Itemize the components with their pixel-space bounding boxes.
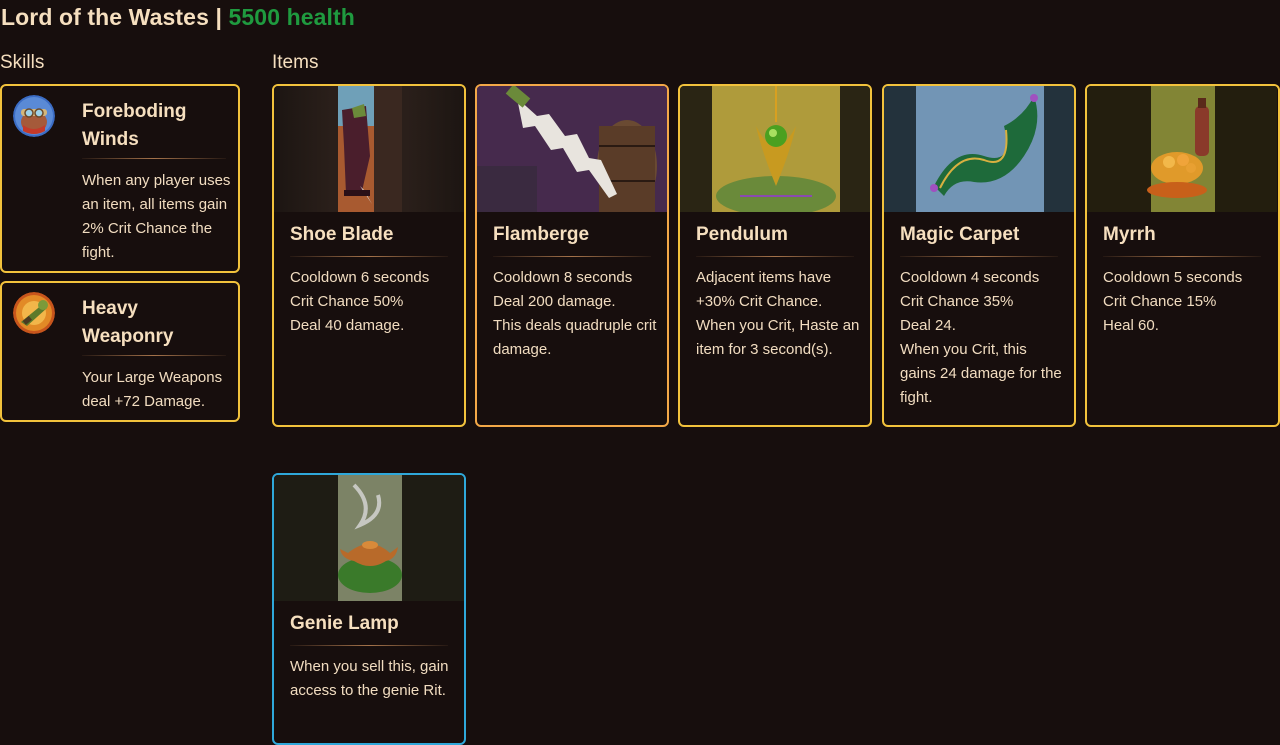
item-name: Shoe Blade	[290, 224, 394, 245]
item-card-magic-carpet[interactable]: Magic Carpet Cooldown 4 seconds Crit Cha…	[882, 84, 1076, 427]
item-divider	[696, 256, 854, 257]
boss-name: Lord of the Wastes	[1, 4, 209, 30]
item-name: Magic Carpet	[900, 224, 1020, 245]
item-divider	[493, 256, 651, 257]
item-description: Cooldown 4 seconds Crit Chance 35% Deal …	[900, 266, 1064, 410]
item-line: Crit Chance 15%	[1103, 293, 1217, 310]
skill-divider	[82, 158, 226, 159]
skill-card-foreboding-winds[interactable]: Foreboding Winds When any player uses an…	[0, 84, 240, 273]
item-card-pendulum[interactable]: Pendulum Adjacent items have +30% Crit C…	[678, 84, 872, 427]
item-divider	[900, 256, 1058, 257]
item-line: When you Crit, Haste an item for 3 secon…	[696, 317, 860, 358]
page-title: Lord of the Wastes | 5500 health	[1, 4, 355, 31]
item-line: Cooldown 5 seconds	[1103, 269, 1243, 286]
item-line: When you sell this, gain access to the g…	[290, 658, 449, 699]
heavy-weaponry-icon	[13, 292, 55, 334]
item-card-myrrh[interactable]: Myrrh Cooldown 5 seconds Crit Chance 15%…	[1085, 84, 1280, 427]
item-line: Crit Chance 50%	[290, 293, 404, 310]
item-line: Cooldown 4 seconds	[900, 269, 1040, 286]
item-description: Cooldown 5 seconds Crit Chance 15% Heal …	[1103, 266, 1267, 338]
item-line: When you Crit, this gains 24 damage for …	[900, 341, 1062, 406]
flamberge-art	[477, 86, 667, 212]
item-card-genie-lamp[interactable]: Genie Lamp When you sell this, gain acce…	[272, 473, 466, 745]
item-line: Crit Chance 35%	[900, 293, 1014, 310]
item-description: Cooldown 8 seconds Deal 200 damage. This…	[493, 266, 657, 362]
item-card-shoe-blade[interactable]: Shoe Blade Cooldown 6 seconds Crit Chanc…	[272, 84, 466, 427]
shoe-blade-art	[274, 86, 464, 212]
item-line: Heal 60.	[1103, 317, 1159, 334]
item-line: Cooldown 6 seconds	[290, 269, 430, 286]
items-section-title: Items	[272, 52, 319, 73]
item-name: Genie Lamp	[290, 613, 399, 634]
item-divider	[1103, 256, 1261, 257]
foreboding-winds-portrait-icon	[13, 95, 55, 137]
item-line: Adjacent items have +30% Crit Chance.	[696, 269, 832, 310]
skills-section-title: Skills	[0, 52, 45, 73]
item-description: Cooldown 6 seconds Crit Chance 50% Deal …	[290, 266, 454, 338]
skill-name: Foreboding Winds	[82, 101, 187, 150]
item-line: Deal 200 damage.	[493, 293, 616, 310]
item-card-flamberge[interactable]: Flamberge Cooldown 8 seconds Deal 200 da…	[475, 84, 669, 427]
boss-health: 5500 health	[228, 4, 355, 30]
skill-description: Your Large Weapons deal +72 Damage.	[82, 369, 223, 410]
title-separator: |	[215, 4, 223, 30]
skill-name: Heavy Weaponry	[82, 298, 174, 347]
item-line: Cooldown 8 seconds	[493, 269, 633, 286]
item-line: Deal 40 damage.	[290, 317, 405, 334]
item-name: Myrrh	[1103, 224, 1156, 245]
item-description: When you sell this, gain access to the g…	[290, 655, 454, 703]
item-divider	[290, 645, 448, 646]
item-line: Deal 24.	[900, 317, 956, 334]
myrrh-art	[1087, 86, 1277, 212]
item-description: Adjacent items have +30% Crit Chance. Wh…	[696, 266, 860, 362]
magic-carpet-art	[884, 86, 1074, 212]
item-divider	[290, 256, 448, 257]
pendulum-art	[680, 86, 870, 212]
item-line: This deals quadruple crit damage.	[493, 317, 657, 358]
item-name: Flamberge	[493, 224, 590, 245]
skill-divider	[82, 355, 226, 356]
skill-description: When any player uses an item, all items …	[82, 172, 231, 261]
genie-lamp-art	[274, 475, 464, 601]
item-name: Pendulum	[696, 224, 788, 245]
skill-card-heavy-weaponry[interactable]: Heavy Weaponry Your Large Weapons deal +…	[0, 281, 240, 422]
